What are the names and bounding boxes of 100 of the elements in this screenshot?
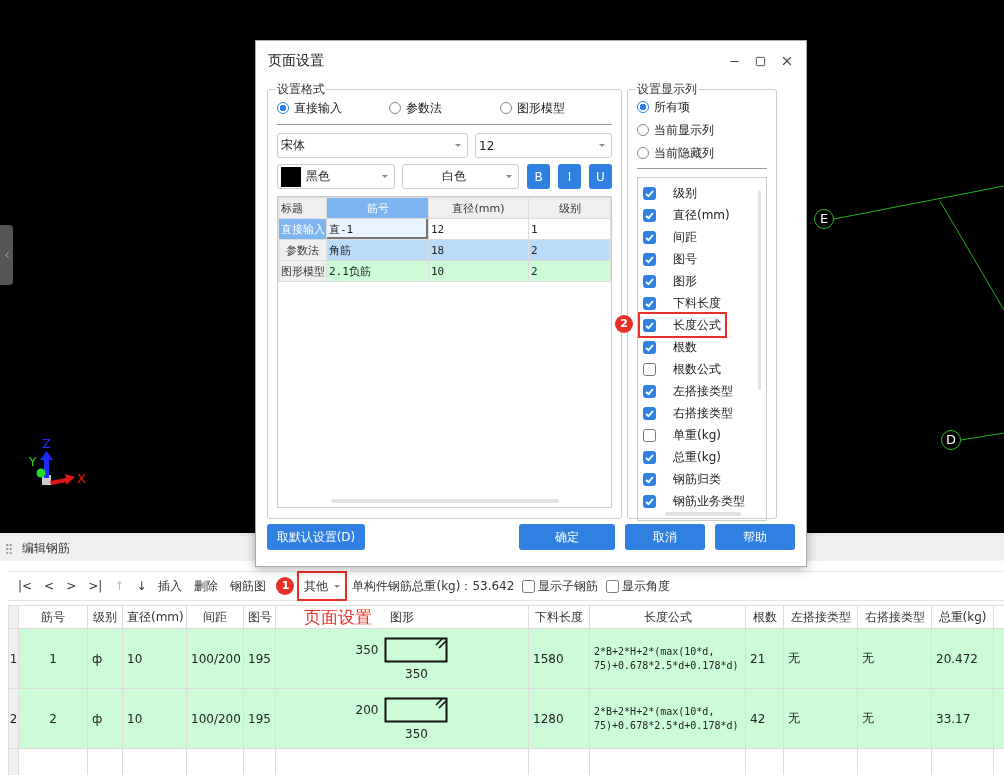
highlight-box <box>297 571 348 601</box>
maximize-icon[interactable] <box>755 55 766 67</box>
toolbar-button[interactable]: 删除 <box>188 575 225 597</box>
preview-row[interactable]: 图形模型 2.1负筋 10 2 <box>278 260 611 282</box>
panel-title: 编辑钢筋 <box>22 540 70 557</box>
column-header[interactable]: 筋号 <box>18 605 88 629</box>
radio-icon[interactable] <box>500 102 513 114</box>
radio-icon[interactable] <box>388 102 401 114</box>
checkbox-icon[interactable] <box>643 450 656 464</box>
radio-icon[interactable] <box>277 102 289 114</box>
column-checkbox[interactable]: 根数公式 <box>643 358 721 380</box>
mode-radio[interactable]: 参数法 <box>388 99 501 117</box>
toolbar-button[interactable]: 插入 <box>152 575 189 597</box>
text-style-button[interactable]: U <box>589 164 612 189</box>
column-checkbox[interactable]: 下料长度 <box>643 292 721 314</box>
toolbar-button[interactable]: |< <box>12 575 39 597</box>
text-color-select[interactable]: 黑色 <box>277 164 395 189</box>
restore-defaults-button[interactable]: 取默认设置(D) <box>267 524 365 550</box>
toolbar-button[interactable]: > <box>60 575 83 597</box>
preview-row-header[interactable]: 参数法 <box>278 239 327 261</box>
column-header[interactable]: 右搭接类型 <box>857 605 932 629</box>
close-icon[interactable] <box>780 54 794 68</box>
toolbar-checkbox[interactable]: 显示角度 <box>606 577 671 595</box>
preview-column-header[interactable]: 标题 <box>278 197 327 219</box>
column-header[interactable]: 下料长度 <box>528 605 590 629</box>
preview-column-header[interactable]: 级别 <box>528 197 611 219</box>
help-button[interactable]: 帮助 <box>715 524 795 550</box>
column-header[interactable]: 级别 <box>87 605 123 629</box>
mode-radio[interactable]: 直接输入 <box>277 99 389 117</box>
column-checkbox[interactable]: 总重(kg) <box>643 446 721 468</box>
column-checkbox[interactable]: 钢筋归类 <box>643 468 721 490</box>
column-checkbox[interactable]: 级别 <box>643 182 697 204</box>
panel-toggle[interactable] <box>0 225 13 285</box>
display-radio[interactable]: 当前隐藏列 <box>637 144 767 162</box>
table-cell: 10 <box>122 628 187 689</box>
annotation-caption: 页面设置 <box>304 606 373 629</box>
toolbar-button[interactable]: < <box>38 575 61 597</box>
radio-icon[interactable] <box>637 101 649 113</box>
preview-cell: 18 <box>428 239 529 261</box>
column-header[interactable]: 间距 <box>186 605 244 629</box>
grid-line <box>960 432 1004 441</box>
checkbox-icon[interactable] <box>643 362 656 376</box>
checkbox-icon[interactable] <box>643 472 656 486</box>
checkbox-icon[interactable] <box>643 296 656 310</box>
checkbox-icon[interactable] <box>643 340 656 354</box>
preview-column-header[interactable]: 直径(mm) <box>428 197 529 219</box>
column-checkbox[interactable]: 单重(kg) <box>643 424 721 446</box>
preview-row[interactable]: 直接输入 直-1 12 1 <box>278 218 611 240</box>
table-cell: 195 <box>243 688 276 749</box>
column-header[interactable]: 根数 <box>745 605 784 629</box>
column-header[interactable]: 长度公式 <box>589 605 746 629</box>
toolbar-button[interactable]: 钢筋图 <box>224 575 273 597</box>
checkbox-icon[interactable] <box>643 384 656 398</box>
column-checkbox[interactable]: 左搭接类型 <box>643 380 733 402</box>
text-style-button[interactable]: I <box>558 164 581 189</box>
checkbox-icon[interactable] <box>643 274 656 288</box>
toolbar-button[interactable]: ↓ <box>130 575 153 597</box>
table-cell: 195 <box>243 628 276 689</box>
column-checkbox[interactable]: 图形 <box>643 270 697 292</box>
column-checkbox[interactable]: 根数 <box>643 336 697 358</box>
preview-row[interactable]: 参数法 角筋 18 2 <box>278 239 611 261</box>
checkbox-icon[interactable] <box>643 252 656 266</box>
mode-radio[interactable]: 图形模型 <box>500 99 612 117</box>
preview-cell: 角筋 <box>326 239 429 261</box>
table-cell: 100/200 <box>186 628 244 689</box>
column-checkbox[interactable]: 间距 <box>643 226 697 248</box>
checkbox-icon[interactable] <box>643 494 656 508</box>
checkbox-icon[interactable] <box>643 428 656 442</box>
checkbox-icon[interactable] <box>643 230 656 244</box>
column-checkbox[interactable]: 钢筋业务类型 <box>643 490 745 512</box>
column-checkbox[interactable]: 右搭接类型 <box>643 402 733 424</box>
radio-icon[interactable] <box>637 124 649 136</box>
size-select[interactable]: 12 <box>475 133 612 158</box>
table-cell: 42 <box>745 688 784 749</box>
text-style-button[interactable]: B <box>527 164 550 189</box>
column-checkbox[interactable]: 直径(mm) <box>643 204 730 226</box>
column-header[interactable]: 总重(kg) <box>931 605 994 629</box>
checkbox-icon[interactable] <box>643 318 656 332</box>
other-dropdown[interactable]: 其他 <box>300 575 345 597</box>
cancel-button[interactable]: 取消 <box>625 524 705 550</box>
checkbox-icon[interactable] <box>643 186 656 200</box>
checkbox-icon[interactable] <box>606 579 620 593</box>
column-checkbox[interactable]: 图号 <box>643 248 697 270</box>
column-header[interactable]: 图号 <box>243 605 276 629</box>
column-header[interactable]: 直径(mm) <box>122 605 187 629</box>
preview-row-header[interactable]: 图形模型 <box>278 260 327 282</box>
background-color-select[interactable]: 白色 <box>402 164 519 189</box>
checkbox-icon[interactable] <box>643 406 656 420</box>
toolbar-checkbox[interactable]: 显示子钢筋 <box>522 577 599 595</box>
toolbar-button[interactable]: >| <box>82 575 109 597</box>
ok-button[interactable]: 确定 <box>519 524 615 550</box>
checkbox-icon[interactable] <box>522 579 536 593</box>
checkbox-icon[interactable] <box>643 208 656 222</box>
column-header[interactable]: 左搭接类型 <box>783 605 858 629</box>
display-radio[interactable]: 所有项 <box>637 98 767 116</box>
display-radio[interactable]: 当前显示列 <box>637 121 767 139</box>
column-checkbox[interactable]: 长度公式 <box>643 314 721 336</box>
font-select[interactable]: 宋体 <box>277 133 468 158</box>
table-cell: 无 <box>783 628 858 689</box>
radio-icon[interactable] <box>637 147 649 159</box>
